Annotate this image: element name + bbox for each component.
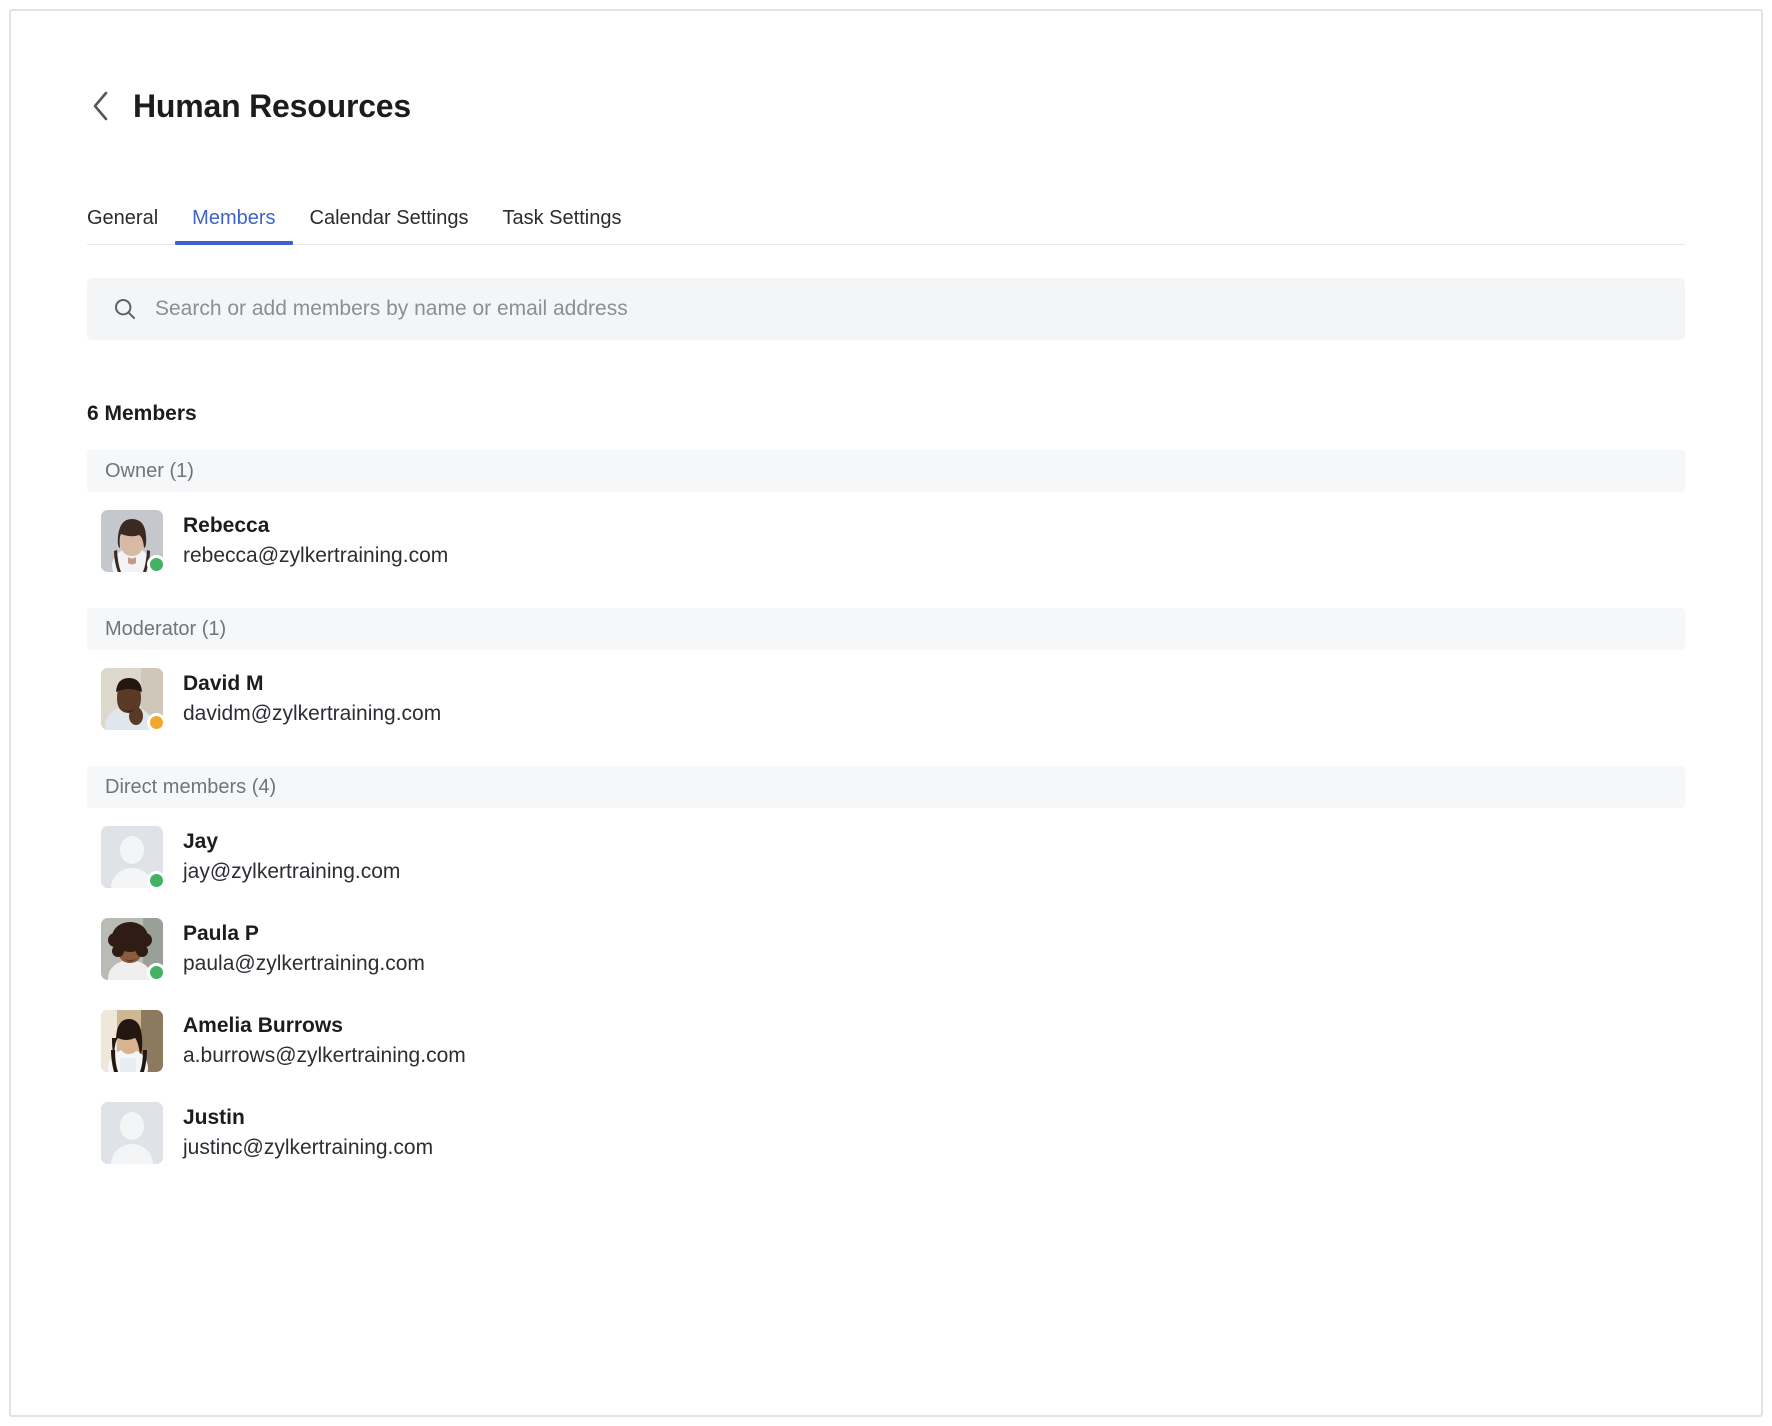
tab-general[interactable]: General: [87, 208, 175, 244]
member-name: Amelia Burrows: [183, 1014, 343, 1038]
tab-task-settings[interactable]: Task Settings: [486, 208, 639, 244]
member-name: Rebecca: [183, 514, 270, 538]
status-indicator: [147, 963, 166, 982]
member-row[interactable]: David M davidm@zylkertraining.com: [87, 650, 1685, 742]
avatar-image: [101, 1010, 163, 1072]
member-row[interactable]: Rebecca rebecca@zylkertraining.com: [87, 492, 1685, 584]
page-title: Human Resources: [133, 88, 411, 124]
member-email: justinc@zylkertraining.com: [183, 1135, 434, 1159]
group-moderator: Moderator (1) David M davidm@zylkertrain…: [87, 608, 1685, 742]
avatar-rebecca: [101, 510, 166, 574]
avatar-placeholder-icon: [101, 1102, 163, 1164]
chevron-left-icon[interactable]: [87, 89, 113, 123]
member-name: Justin: [183, 1106, 245, 1130]
member-email: rebecca@zylkertraining.com: [183, 543, 449, 567]
group-header-owner: Owner (1): [87, 450, 1685, 492]
member-email: davidm@zylkertraining.com: [183, 701, 442, 725]
member-info: Paula P paula@zylkertraining.com: [183, 922, 425, 975]
member-name: David M: [183, 672, 264, 696]
search-bar[interactable]: [87, 278, 1685, 340]
member-email: jay@zylkertraining.com: [183, 859, 401, 883]
status-indicator: [147, 871, 166, 890]
group-direct-members: Direct members (4) Jay jay@zylkertrainin…: [87, 766, 1685, 1176]
tabs-bar: General Members Calendar Settings Task S…: [87, 187, 1685, 245]
member-row[interactable]: Jay jay@zylkertraining.com: [87, 808, 1685, 900]
page-header: Human Resources: [87, 69, 1685, 143]
group-header-moderator: Moderator (1): [87, 608, 1685, 650]
tab-calendar-settings[interactable]: Calendar Settings: [293, 208, 486, 244]
member-name: Paula P: [183, 922, 259, 946]
avatar-amelia-burrows: [101, 1010, 163, 1072]
member-email: paula@zylkertraining.com: [183, 951, 425, 975]
member-info: Justin justinc@zylkertraining.com: [183, 1106, 433, 1159]
search-icon: [113, 297, 137, 321]
status-indicator: [147, 555, 166, 574]
group-owner: Owner (1) Rebecca rebecca@zylkertraining…: [87, 450, 1685, 584]
member-info: Amelia Burrows a.burrows@zylkertraining.…: [183, 1014, 466, 1067]
member-name: Jay: [183, 830, 219, 854]
avatar-justin: [101, 1102, 163, 1164]
member-info: David M davidm@zylkertraining.com: [183, 672, 441, 725]
member-info: Rebecca rebecca@zylkertraining.com: [183, 514, 448, 567]
avatar-david-m: [101, 668, 166, 732]
member-info: Jay jay@zylkertraining.com: [183, 830, 400, 883]
avatar-jay: [101, 826, 166, 890]
member-count: 6 Members: [87, 402, 197, 425]
search-input[interactable]: [155, 297, 1659, 321]
group-header-direct-members: Direct members (4): [87, 766, 1685, 808]
member-row[interactable]: Paula P paula@zylkertraining.com: [87, 900, 1685, 992]
status-indicator: [147, 713, 166, 732]
members-page: Human Resources General Members Calendar…: [11, 11, 1761, 1415]
member-row[interactable]: Justin justinc@zylkertraining.com: [87, 1084, 1685, 1176]
tab-members[interactable]: Members: [175, 208, 293, 245]
avatar-paula-p: [101, 918, 166, 982]
member-email: a.burrows@zylkertraining.com: [183, 1043, 466, 1067]
member-row[interactable]: Amelia Burrows a.burrows@zylkertraining.…: [87, 992, 1685, 1084]
app-window: Human Resources General Members Calendar…: [9, 9, 1763, 1417]
